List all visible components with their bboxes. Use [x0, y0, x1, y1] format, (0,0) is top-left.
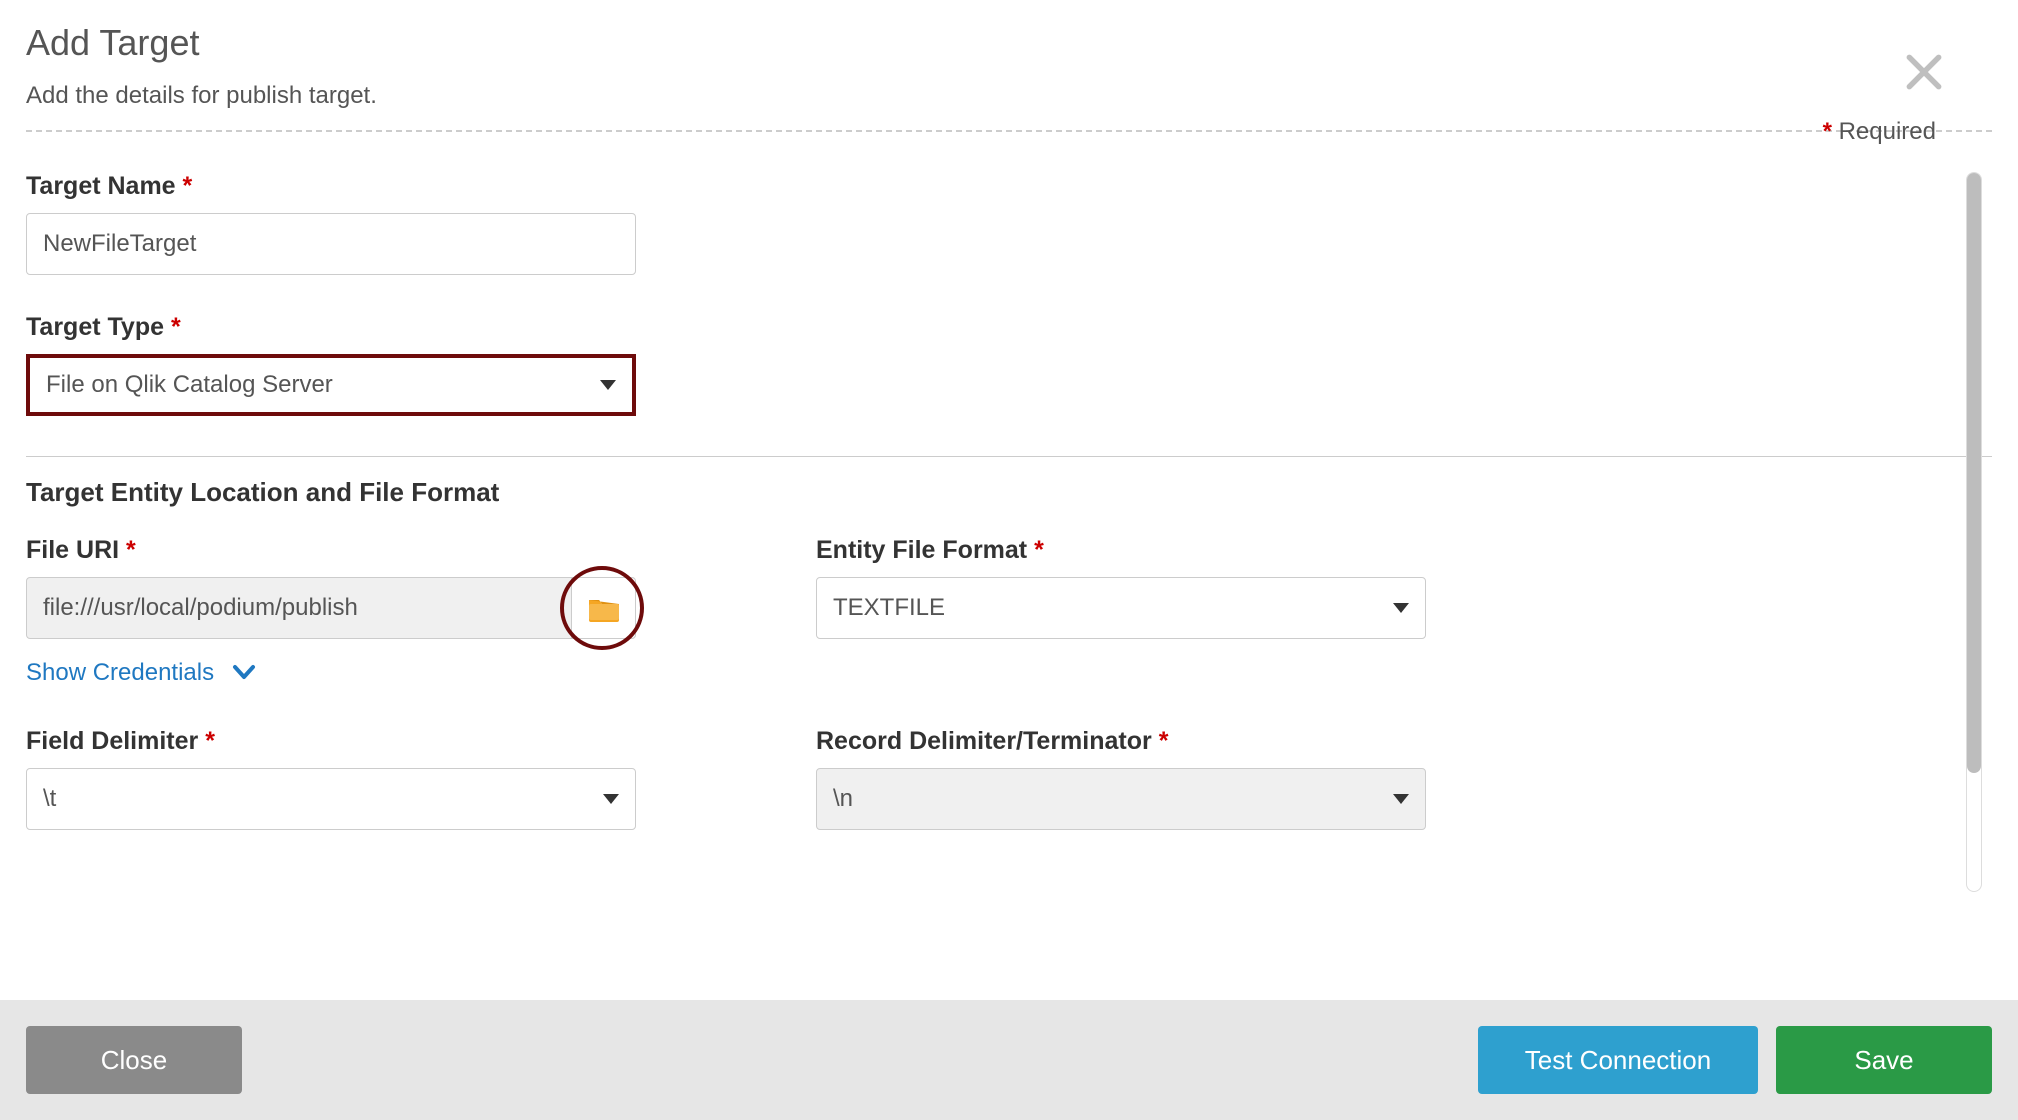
chevron-down-icon: [232, 664, 256, 682]
dialog-subtitle: Add the details for publish target.: [26, 82, 1992, 110]
file-uri-group: file:///usr/local/podium/publish: [26, 577, 636, 639]
close-icon[interactable]: [1902, 50, 1946, 94]
record-delimiter-label: Record Delimiter/Terminator *: [816, 727, 1426, 756]
chevron-down-icon: [603, 794, 619, 804]
dialog-header: Add Target Add the details for publish t…: [26, 22, 1992, 110]
add-target-dialog: Add Target Add the details for publish t…: [0, 0, 2018, 970]
close-button[interactable]: Close: [26, 1026, 242, 1094]
save-button[interactable]: Save: [1776, 1026, 1992, 1094]
scrollbar[interactable]: [1966, 172, 1982, 892]
target-type-select[interactable]: File on Qlik Catalog Server: [26, 354, 636, 416]
chevron-down-icon: [1393, 603, 1409, 613]
target-type-label: Target Type *: [26, 313, 1992, 342]
field-delimiter-label: Field Delimiter *: [26, 727, 636, 756]
dialog-title: Add Target: [26, 22, 1992, 64]
file-uri-input[interactable]: file:///usr/local/podium/publish: [27, 578, 571, 638]
entity-file-format-select[interactable]: TEXTFILE: [816, 577, 1426, 639]
file-uri-label: File URI *: [26, 536, 636, 565]
chevron-down-icon: [1393, 794, 1409, 804]
form-area: Target Name * NewFileTarget Target Type …: [26, 172, 1992, 932]
entity-file-format-label: Entity File Format *: [816, 536, 1426, 565]
target-name-input[interactable]: NewFileTarget: [26, 213, 636, 275]
browse-folder-button[interactable]: [571, 578, 635, 638]
divider-solid: [26, 456, 1992, 457]
record-delimiter-select[interactable]: \n: [816, 768, 1426, 830]
test-connection-button[interactable]: Test Connection: [1478, 1026, 1758, 1094]
field-delimiter-select[interactable]: \t: [26, 768, 636, 830]
dialog-footer: Close Test Connection Save: [0, 1000, 2018, 1120]
chevron-down-icon: [600, 380, 616, 390]
target-name-label: Target Name *: [26, 172, 1992, 201]
scrollbar-thumb[interactable]: [1967, 173, 1981, 773]
required-indicator: * Required: [1823, 118, 1936, 146]
section-heading: Target Entity Location and File Format: [26, 477, 1992, 508]
folder-icon: [587, 594, 621, 622]
show-credentials-toggle[interactable]: Show Credentials: [26, 659, 636, 687]
divider-dashed: [26, 130, 1992, 132]
